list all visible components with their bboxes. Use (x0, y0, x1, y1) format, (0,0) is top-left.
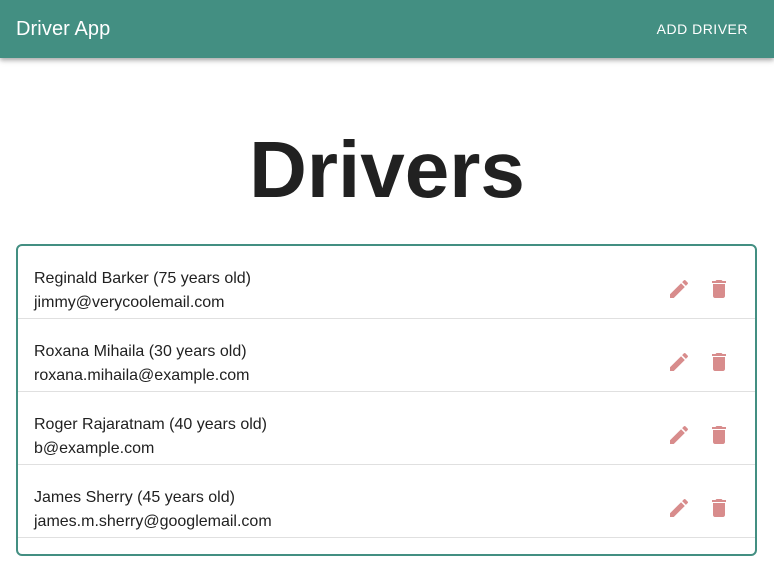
add-driver-button[interactable]: ADD DRIVER (657, 15, 748, 43)
driver-email: james.m.sherry@googlemail.com (34, 513, 272, 530)
trash-icon[interactable] (707, 350, 731, 374)
list-item: James Sherry (45 years old) james.m.sher… (18, 465, 755, 538)
trash-icon[interactable] (707, 277, 731, 301)
app-bar: Driver App ADD DRIVER (0, 0, 774, 58)
trash-icon[interactable] (707, 496, 731, 520)
trash-icon[interactable] (707, 423, 731, 447)
list-item: Roxana Mihaila (30 years old) roxana.mih… (18, 319, 755, 392)
driver-email: jimmy@verycoolemail.com (34, 294, 225, 311)
pencil-icon[interactable] (667, 496, 691, 520)
driver-name: Roxana Mihaila (30 years old) (34, 343, 247, 360)
pencil-icon[interactable] (667, 423, 691, 447)
pencil-icon[interactable] (667, 350, 691, 374)
pencil-icon[interactable] (667, 277, 691, 301)
driver-email: b@example.com (34, 440, 155, 457)
app-title: Driver App (16, 17, 111, 40)
driver-list: Reginald Barker (75 years old) jimmy@ver… (16, 244, 757, 556)
driver-name: Reginald Barker (75 years old) (34, 270, 251, 287)
driver-name: Roger Rajaratnam (40 years old) (34, 416, 267, 433)
page-title: Drivers (249, 125, 525, 214)
driver-email: roxana.mihaila@example.com (34, 367, 250, 384)
driver-name: James Sherry (45 years old) (34, 489, 235, 506)
list-item: Roger Rajaratnam (40 years old) b@exampl… (18, 392, 755, 465)
list-item: Reginald Barker (75 years old) jimmy@ver… (18, 246, 755, 319)
